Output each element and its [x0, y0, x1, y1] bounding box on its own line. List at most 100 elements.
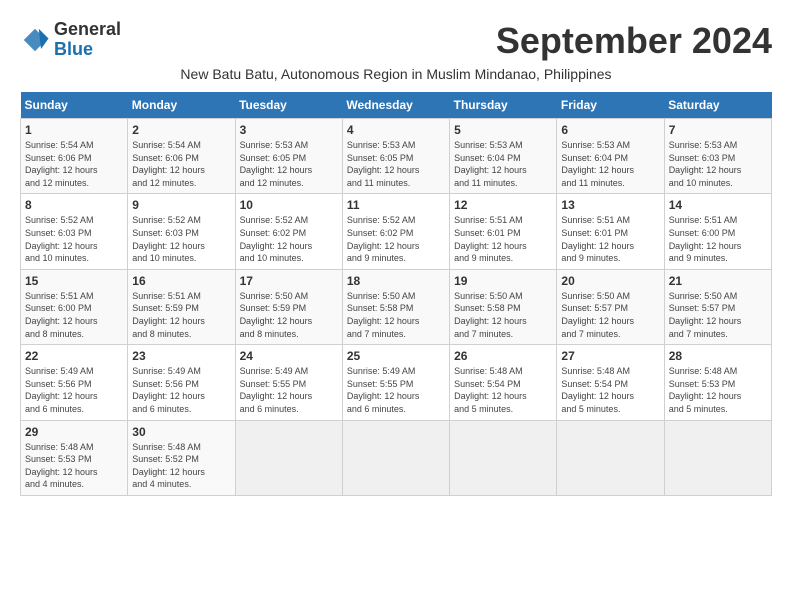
calendar-cell-17: 17 Sunrise: 5:50 AM Sunset: 5:59 PM Dayli…: [235, 269, 342, 344]
day-number: 22: [25, 349, 123, 363]
logo-text: General Blue: [54, 20, 121, 60]
day-number: 5: [454, 123, 552, 137]
calendar-cell-16: 16Sunrise: 5:51 AM Sunset: 5:59 PM Dayli…: [128, 269, 235, 344]
calendar-cell-9: 9 Sunrise: 5:52 AM Sunset: 6:03 PM Daylig…: [128, 194, 235, 269]
day-info: Sunrise: 5:53 AM Sunset: 6:03 PM Dayligh…: [669, 139, 767, 189]
day-number: 1: [25, 123, 123, 137]
day-info: Sunrise: 5:50 AM Sunset: 5:57 PM Dayligh…: [669, 290, 767, 340]
calendar-cell-1: 1 Sunrise: 5:54 AM Sunset: 6:06 PM Daylig…: [21, 119, 128, 194]
calendar-cell-30: 30 Sunrise: 5:48 AM Sunset: 5:52 PM Dayli…: [128, 420, 235, 495]
day-number: 28: [669, 349, 767, 363]
day-number: 10: [240, 198, 338, 212]
calendar-cell-empty: [450, 420, 557, 495]
calendar-header-row: SundayMondayTuesdayWednesdayThursdayFrid…: [21, 92, 772, 119]
calendar-cell-19: 19 Sunrise: 5:50 AM Sunset: 5:58 PM Dayli…: [450, 269, 557, 344]
day-info: Sunrise: 5:53 AM Sunset: 6:04 PM Dayligh…: [454, 139, 552, 189]
day-info: Sunrise: 5:51 AM Sunset: 6:01 PM Dayligh…: [454, 214, 552, 264]
day-info: Sunrise: 5:49 AM Sunset: 5:56 PM Dayligh…: [132, 365, 230, 415]
header-monday: Monday: [128, 92, 235, 119]
day-info: Sunrise: 5:48 AM Sunset: 5:54 PM Dayligh…: [561, 365, 659, 415]
day-info: Sunrise: 5:52 AM Sunset: 6:02 PM Dayligh…: [347, 214, 445, 264]
page-subtitle: New Batu Batu, Autonomous Region in Musl…: [20, 66, 772, 82]
day-info: Sunrise: 5:50 AM Sunset: 5:58 PM Dayligh…: [454, 290, 552, 340]
day-info: Sunrise: 5:49 AM Sunset: 5:55 PM Dayligh…: [240, 365, 338, 415]
day-number: 4: [347, 123, 445, 137]
calendar-cell-28: 28 Sunrise: 5:48 AM Sunset: 5:53 PM Dayli…: [664, 345, 771, 420]
calendar-cell-15: 15 Sunrise: 5:51 AM Sunset: 6:00 PM Dayli…: [21, 269, 128, 344]
day-number: 9: [132, 198, 230, 212]
day-number: 21: [669, 274, 767, 288]
day-number: 19: [454, 274, 552, 288]
day-number: 12: [454, 198, 552, 212]
day-number: 20: [561, 274, 659, 288]
day-number: 17: [240, 274, 338, 288]
day-info: Sunrise: 5:48 AM Sunset: 5:52 PM Dayligh…: [132, 441, 230, 491]
calendar-cell-26: 26 Sunrise: 5:48 AM Sunset: 5:54 PM Dayli…: [450, 345, 557, 420]
day-number: 26: [454, 349, 552, 363]
day-info: Sunrise: 5:54 AM Sunset: 6:06 PM Dayligh…: [25, 139, 123, 189]
calendar-week-1: 1 Sunrise: 5:54 AM Sunset: 6:06 PM Daylig…: [21, 119, 772, 194]
logo: General Blue: [20, 20, 121, 60]
calendar-week-2: 8 Sunrise: 5:52 AM Sunset: 6:03 PM Daylig…: [21, 194, 772, 269]
month-title: September 2024: [496, 20, 772, 62]
calendar-cell-24: 24 Sunrise: 5:49 AM Sunset: 5:55 PM Dayli…: [235, 345, 342, 420]
day-number: 13: [561, 198, 659, 212]
day-info: Sunrise: 5:52 AM Sunset: 6:03 PM Dayligh…: [25, 214, 123, 264]
day-number: 6: [561, 123, 659, 137]
day-info: Sunrise: 5:52 AM Sunset: 6:03 PM Dayligh…: [132, 214, 230, 264]
day-number: 3: [240, 123, 338, 137]
calendar-cell-empty: [342, 420, 449, 495]
calendar-cell-25: 25Sunrise: 5:49 AM Sunset: 5:55 PM Dayli…: [342, 345, 449, 420]
day-info: Sunrise: 5:53 AM Sunset: 6:05 PM Dayligh…: [240, 139, 338, 189]
day-info: Sunrise: 5:52 AM Sunset: 6:02 PM Dayligh…: [240, 214, 338, 264]
day-number: 8: [25, 198, 123, 212]
day-number: 18: [347, 274, 445, 288]
calendar-cell-3: 3 Sunrise: 5:53 AM Sunset: 6:05 PM Daylig…: [235, 119, 342, 194]
calendar-cell-4: 4 Sunrise: 5:53 AM Sunset: 6:05 PM Daylig…: [342, 119, 449, 194]
calendar-week-3: 15 Sunrise: 5:51 AM Sunset: 6:00 PM Dayli…: [21, 269, 772, 344]
calendar-cell-8: 8 Sunrise: 5:52 AM Sunset: 6:03 PM Daylig…: [21, 194, 128, 269]
calendar-cell-29: 29 Sunrise: 5:48 AM Sunset: 5:53 PM Dayli…: [21, 420, 128, 495]
day-info: Sunrise: 5:50 AM Sunset: 5:57 PM Dayligh…: [561, 290, 659, 340]
day-number: 11: [347, 198, 445, 212]
day-number: 24: [240, 349, 338, 363]
calendar-cell-6: 6 Sunrise: 5:53 AM Sunset: 6:04 PM Daylig…: [557, 119, 664, 194]
header-thursday: Thursday: [450, 92, 557, 119]
day-info: Sunrise: 5:54 AM Sunset: 6:06 PM Dayligh…: [132, 139, 230, 189]
day-number: 29: [25, 425, 123, 439]
calendar-cell-7: 7Sunrise: 5:53 AM Sunset: 6:03 PM Daylig…: [664, 119, 771, 194]
header-friday: Friday: [557, 92, 664, 119]
calendar-cell-10: 10 Sunrise: 5:52 AM Sunset: 6:02 PM Dayli…: [235, 194, 342, 269]
calendar-cell-12: 12 Sunrise: 5:51 AM Sunset: 6:01 PM Dayli…: [450, 194, 557, 269]
calendar-cell-18: 18Sunrise: 5:50 AM Sunset: 5:58 PM Dayli…: [342, 269, 449, 344]
day-number: 15: [25, 274, 123, 288]
day-info: Sunrise: 5:53 AM Sunset: 6:05 PM Dayligh…: [347, 139, 445, 189]
day-info: Sunrise: 5:48 AM Sunset: 5:53 PM Dayligh…: [25, 441, 123, 491]
calendar-cell-empty: [557, 420, 664, 495]
day-info: Sunrise: 5:49 AM Sunset: 5:55 PM Dayligh…: [347, 365, 445, 415]
day-number: 23: [132, 349, 230, 363]
calendar-week-4: 22 Sunrise: 5:49 AM Sunset: 5:56 PM Dayli…: [21, 345, 772, 420]
calendar-cell-empty: [664, 420, 771, 495]
calendar-cell-11: 11 Sunrise: 5:52 AM Sunset: 6:02 PM Dayli…: [342, 194, 449, 269]
day-info: Sunrise: 5:48 AM Sunset: 5:54 PM Dayligh…: [454, 365, 552, 415]
page-header: General Blue September 2024: [20, 20, 772, 62]
calendar-cell-23: 23 Sunrise: 5:49 AM Sunset: 5:56 PM Dayli…: [128, 345, 235, 420]
header-wednesday: Wednesday: [342, 92, 449, 119]
calendar-cell-empty: [235, 420, 342, 495]
day-number: 2: [132, 123, 230, 137]
header-sunday: Sunday: [21, 92, 128, 119]
calendar-cell-5: 5 Sunrise: 5:53 AM Sunset: 6:04 PM Daylig…: [450, 119, 557, 194]
day-number: 27: [561, 349, 659, 363]
calendar-cell-21: 21 Sunrise: 5:50 AM Sunset: 5:57 PM Dayli…: [664, 269, 771, 344]
calendar-cell-2: 2 Sunrise: 5:54 AM Sunset: 6:06 PM Daylig…: [128, 119, 235, 194]
day-info: Sunrise: 5:48 AM Sunset: 5:53 PM Dayligh…: [669, 365, 767, 415]
day-info: Sunrise: 5:53 AM Sunset: 6:04 PM Dayligh…: [561, 139, 659, 189]
header-saturday: Saturday: [664, 92, 771, 119]
day-info: Sunrise: 5:50 AM Sunset: 5:59 PM Dayligh…: [240, 290, 338, 340]
day-info: Sunrise: 5:51 AM Sunset: 6:00 PM Dayligh…: [25, 290, 123, 340]
calendar-cell-13: 13Sunrise: 5:51 AM Sunset: 6:01 PM Dayli…: [557, 194, 664, 269]
day-info: Sunrise: 5:49 AM Sunset: 5:56 PM Dayligh…: [25, 365, 123, 415]
calendar-cell-22: 22 Sunrise: 5:49 AM Sunset: 5:56 PM Dayli…: [21, 345, 128, 420]
day-number: 30: [132, 425, 230, 439]
